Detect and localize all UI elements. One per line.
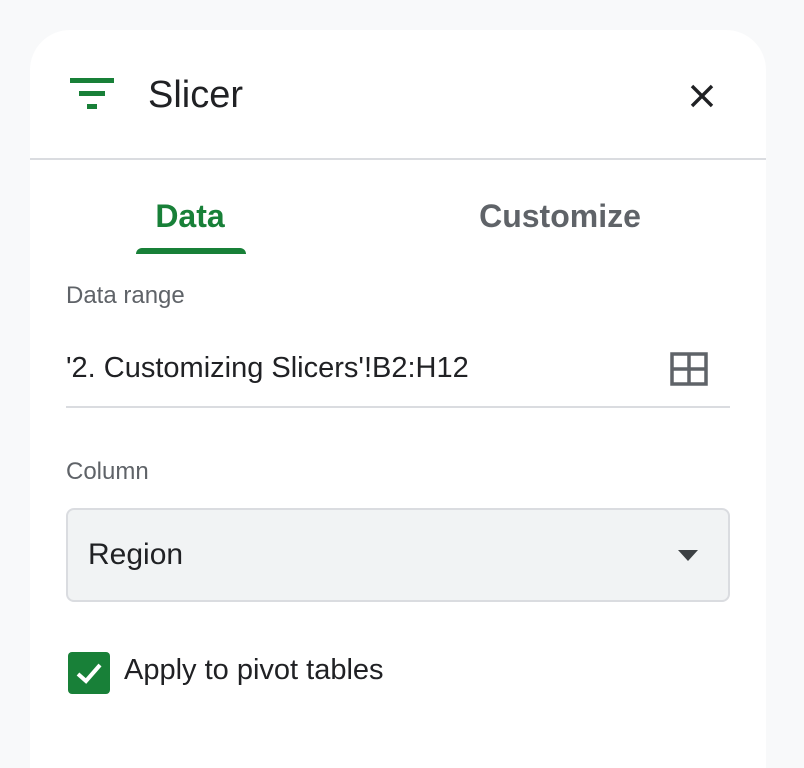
- column-select-value: Region: [88, 538, 184, 571]
- data-range-label: Data range: [66, 282, 185, 309]
- checkmark-icon: [76, 663, 102, 684]
- slicer-panel: Slicer Data Customize Data range '2. Cus…: [30, 30, 766, 768]
- grid-select-icon[interactable]: [670, 352, 708, 386]
- panel-header: Slicer: [30, 30, 766, 160]
- data-range-field[interactable]: '2. Customizing Slicers'!B2:H12: [66, 340, 730, 408]
- dropdown-arrow-icon: [678, 550, 698, 561]
- data-range-value[interactable]: '2. Customizing Slicers'!B2:H12: [66, 352, 469, 385]
- column-select[interactable]: Region: [66, 508, 730, 602]
- tab-customize[interactable]: Customize: [450, 162, 670, 254]
- filter-icon: [70, 78, 114, 109]
- tab-data[interactable]: Data: [130, 162, 250, 254]
- active-tab-indicator: [136, 248, 246, 254]
- column-label: Column: [66, 458, 149, 485]
- panel-title: Slicer: [148, 74, 244, 116]
- close-icon[interactable]: [682, 76, 722, 116]
- apply-pivot-label[interactable]: Apply to pivot tables: [124, 654, 384, 687]
- tab-bar: Data Customize: [30, 162, 766, 254]
- apply-pivot-checkbox[interactable]: [68, 652, 110, 694]
